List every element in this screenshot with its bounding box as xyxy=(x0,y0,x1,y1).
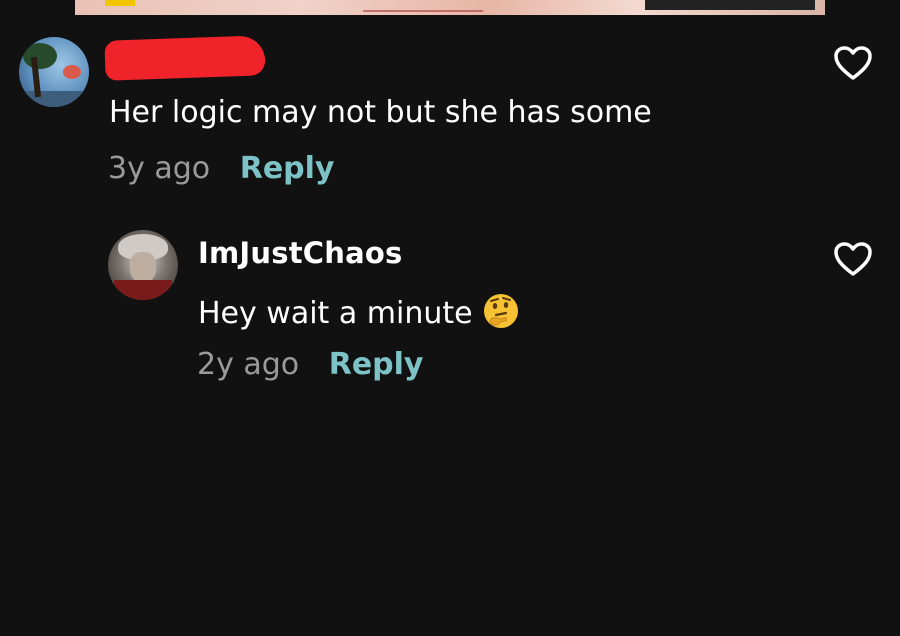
heart-outline-icon[interactable] xyxy=(833,241,873,277)
avatar[interactable] xyxy=(108,230,178,300)
reply-button[interactable]: Reply xyxy=(329,347,424,382)
image-detail xyxy=(645,0,815,10)
avatar[interactable] xyxy=(19,37,89,107)
comment-text: Hey wait a minute xyxy=(198,296,473,331)
comment-text: Her logic may not but she has some xyxy=(109,95,652,130)
avatar-detail xyxy=(130,252,156,282)
image-detail xyxy=(362,2,488,12)
avatar-detail xyxy=(114,280,172,300)
comment-meta: 3y ago Reply xyxy=(108,151,334,186)
avatar-detail xyxy=(23,43,57,69)
comment-meta: 2y ago Reply xyxy=(197,347,423,382)
avatar-detail xyxy=(19,91,89,107)
username[interactable]: ImJustChaos xyxy=(198,236,402,270)
avatar-detail xyxy=(63,65,81,79)
heart-outline-icon[interactable] xyxy=(833,45,873,81)
redacted-username xyxy=(104,35,266,81)
thinking-face-icon xyxy=(483,294,518,328)
post-image-thumbnail[interactable] xyxy=(75,0,825,15)
comment-text-row: Hey wait a minute xyxy=(198,291,521,331)
timestamp: 2y ago xyxy=(197,347,300,382)
comment-thread: Her logic may not but she has some 3y ag… xyxy=(0,0,900,636)
timestamp: 3y ago xyxy=(108,151,211,186)
reply-button[interactable]: Reply xyxy=(240,151,335,186)
image-detail xyxy=(105,0,135,6)
